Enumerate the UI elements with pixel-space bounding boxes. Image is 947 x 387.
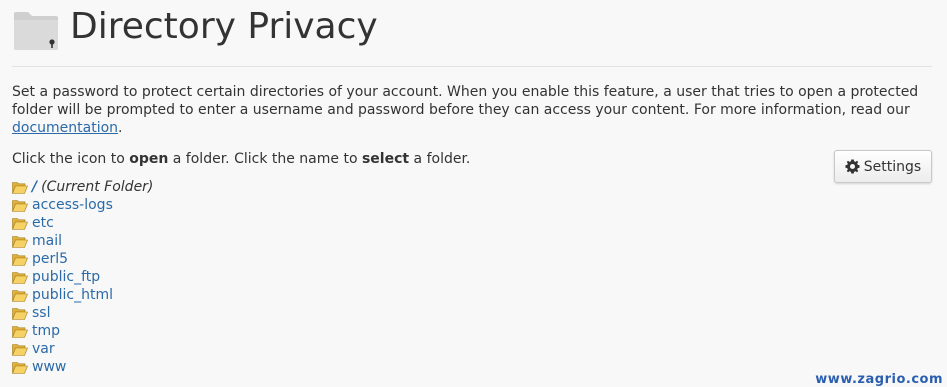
instructions-open-word: open [129,151,169,167]
open-folder-icon[interactable] [12,217,28,230]
open-folder-icon[interactable] [12,289,28,302]
instructions-select-word: select [361,151,410,167]
open-folder-icon[interactable] [12,325,28,338]
folder-link[interactable]: www [32,358,66,376]
page: Directory Privacy Set a password to prot… [0,0,947,387]
folder-link[interactable]: perl5 [32,250,68,268]
open-folder-icon[interactable] [12,181,28,194]
folder-list-item: tmp [12,322,153,340]
settings-button-label: Settings [863,158,922,175]
description-suffix: . [118,120,123,136]
open-folder-icon[interactable] [12,343,28,356]
folder-list-item: mail [12,232,153,250]
folder-lock-icon [14,12,58,50]
folder-list-item: www [12,358,153,376]
open-folder-icon[interactable] [12,253,28,266]
current-folder-note: (Current Folder) [41,179,154,195]
folder-list-item: access-logs [12,196,153,214]
folder-link[interactable]: ssl [32,304,50,322]
open-folder-icon[interactable] [12,307,28,320]
folder-tree-root: / (Current Folder) [12,178,153,196]
page-header: Directory Privacy [12,4,932,67]
folder-list-item: var [12,340,153,358]
folder-list-item: perl5 [12,250,153,268]
folder-link[interactable]: access-logs [32,196,113,214]
folder-link[interactable]: tmp [32,322,60,340]
open-folder-icon[interactable] [12,271,28,284]
settings-button[interactable]: Settings [834,150,932,183]
watermark: www.zagrio.com [815,372,943,387]
documentation-link[interactable]: documentation [12,120,118,136]
open-folder-icon[interactable] [12,361,28,374]
folder-link[interactable]: public_html [32,286,113,304]
folder-list-item: etc [12,214,153,232]
page-title: Directory Privacy [70,6,378,47]
instructions-part3: a folder. [409,151,471,167]
folder-root-name[interactable]: / [32,178,37,196]
folder-link[interactable]: etc [32,214,54,232]
gear-icon [845,159,860,174]
open-folder-icon[interactable] [12,235,28,248]
folder-link[interactable]: var [32,340,55,358]
folder-list-item: public_html [12,286,153,304]
folder-link[interactable]: public_ftp [32,268,100,286]
instructions-part1: Click the icon to [12,151,130,167]
open-folder-icon[interactable] [12,199,28,212]
description-text: Set a password to protect certain direct… [12,84,919,118]
folder-list-item: public_ftp [12,268,153,286]
folder-instructions: Click the icon to open a folder. Click t… [12,150,470,168]
page-description: Set a password to protect certain direct… [12,83,932,137]
instructions-part2: a folder. Click the name to [168,151,362,167]
folder-list-item: ssl [12,304,153,322]
folder-link[interactable]: mail [32,232,62,250]
folder-tree: / (Current Folder) access-logs etc mail … [12,178,153,376]
